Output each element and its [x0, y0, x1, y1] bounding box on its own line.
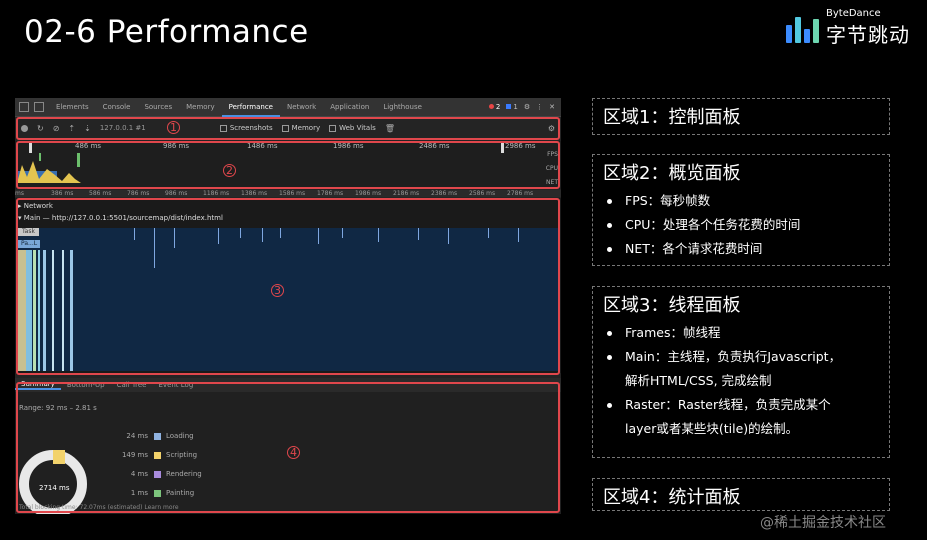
tab-elements[interactable]: Elements: [49, 98, 96, 117]
list-item: FPS：每秒帧数: [603, 189, 879, 213]
watermark: @稀土掘金技术社区: [760, 515, 886, 531]
tab-console[interactable]: Console: [96, 98, 138, 117]
devtools-window: Elements Console Sources Memory Performa…: [15, 98, 561, 514]
tab-memory[interactable]: Memory: [179, 98, 221, 117]
region-2-box: [16, 141, 560, 189]
more-icon[interactable]: ⋮: [536, 103, 543, 111]
region-1-number: 1: [167, 121, 180, 134]
panel-title: 区域4：统计面板: [603, 487, 741, 508]
devtools-tabbar: Elements Console Sources Memory Performa…: [15, 98, 561, 117]
tab-application[interactable]: Application: [323, 98, 376, 117]
list-item: 解析HTML/CSS, 完成绘制: [625, 373, 772, 388]
timeline-ruler: ms 386 ms 586 ms 786 ms 986 ms 1186 ms 1…: [15, 190, 561, 197]
tab-lighthouse[interactable]: Lighthouse: [376, 98, 429, 117]
list-item: NET：各个请求花费时间: [603, 237, 879, 261]
bytedance-logo: ByteDance 字节跳动: [786, 8, 910, 48]
region-1-box: [16, 117, 560, 140]
info-badge[interactable]: 1: [506, 103, 517, 111]
logo-en: ByteDance: [826, 8, 881, 19]
region-2-number: 2: [223, 164, 236, 177]
tab-performance[interactable]: Performance: [221, 98, 280, 117]
tab-sources[interactable]: Sources: [137, 98, 179, 117]
list-item: Raster：Raster线程，负责完成某个: [603, 393, 879, 417]
panel-title: 区域2：概览面板: [603, 163, 741, 184]
close-icon[interactable]: ✕: [549, 103, 555, 111]
region-4-number: 4: [287, 446, 300, 459]
panel-title: 区域1：控制面板: [603, 107, 741, 128]
panel-region-3: 区域3：线程面板 Frames：帧线程 Main：主线程，负责执行Javascr…: [592, 286, 890, 458]
list-item: CPU：处理各个任务花费的时间: [603, 213, 879, 237]
bytedance-logo-icon: [786, 13, 820, 43]
panel-region-2: 区域2：概览面板 FPS：每秒帧数 CPU：处理各个任务花费的时间 NET：各个…: [592, 154, 890, 266]
list-item: layer或者某些块(tile)的绘制。: [625, 421, 799, 436]
panel-region-1: 区域1：控制面板: [592, 98, 890, 135]
slide-title: 02-6 Performance: [24, 14, 309, 50]
region-3-box: [16, 198, 560, 375]
gear-icon[interactable]: ⚙: [524, 103, 530, 111]
list-item: Frames：帧线程: [603, 321, 879, 345]
logo-zh: 字节跳动: [826, 23, 910, 47]
list-item: Main：主线程，负责执行Javascript，: [603, 345, 879, 369]
region-3-number: 3: [271, 284, 284, 297]
error-badge[interactable]: 2: [489, 103, 500, 111]
tab-network[interactable]: Network: [280, 98, 323, 117]
device-toggle-icon[interactable]: [34, 102, 44, 112]
panel-region-4: 区域4：统计面板: [592, 478, 890, 511]
inspect-icon[interactable]: [19, 102, 29, 112]
panel-title: 区域3：线程面板: [603, 295, 741, 316]
